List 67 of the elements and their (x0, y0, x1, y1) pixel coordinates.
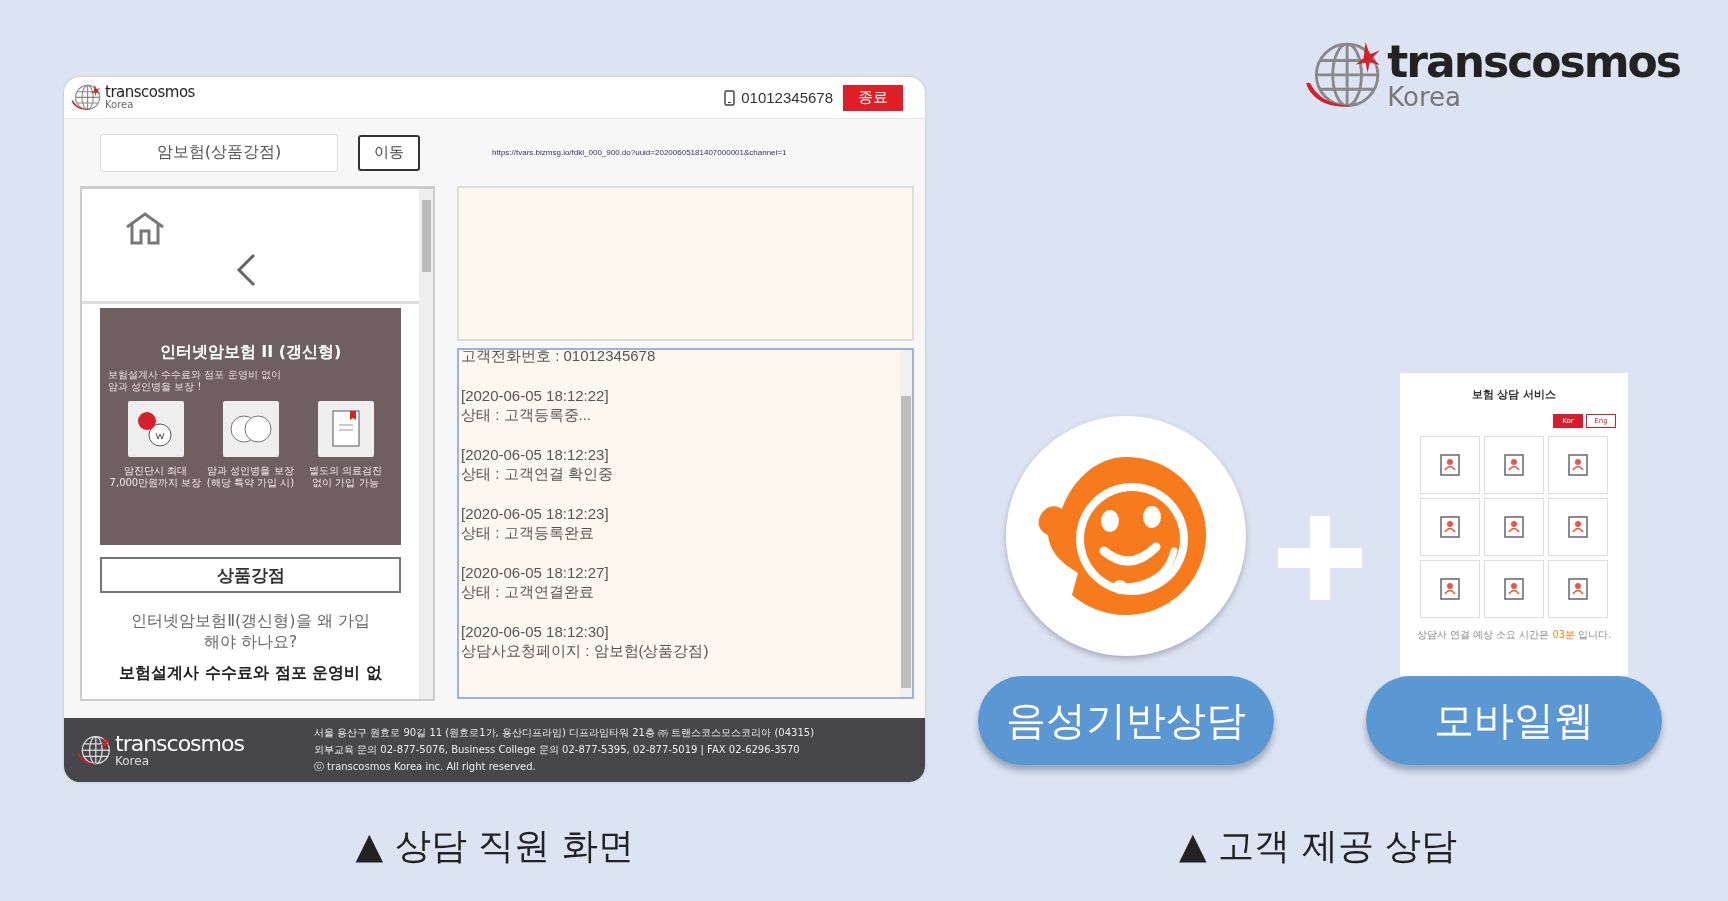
service-tile[interactable] (1548, 498, 1608, 556)
feature-caption: 암진단시 최대 7,000만원까지 보장 (109, 465, 202, 488)
section-button[interactable]: 상품강점 (100, 557, 401, 593)
log-line: 고객전화번호 : 01012345678 (461, 350, 657, 366)
person-frame-icon (1438, 515, 1462, 539)
person-frame-icon (1438, 577, 1462, 601)
person-frame-icon (1566, 577, 1590, 601)
person-frame-icon (1502, 577, 1526, 601)
back-chevron-icon[interactable] (235, 253, 257, 287)
section-heading: 보험설계사 수수료와 점포 운영비 없 (118, 662, 383, 684)
wait-time-notice: 상담사 연결 예상 소요 시간은 03분 입니다. (1416, 628, 1612, 642)
logo-subtitle: Korea (1387, 84, 1462, 110)
logo-subtitle: Korea (105, 100, 135, 110)
scrollbar[interactable] (419, 189, 433, 699)
log-line: [2020-06-05 18:12:27] (461, 562, 610, 582)
person-frame-icon (1502, 453, 1526, 477)
service-tile[interactable] (1548, 436, 1608, 494)
voice-consult-button[interactable]: 음성기반상담 (978, 676, 1274, 765)
log-line: 상태 : 고객등록중... (461, 405, 592, 425)
service-tile[interactable] (1420, 436, 1480, 494)
document-icon (329, 409, 362, 449)
go-button[interactable]: 이동 (358, 134, 420, 171)
log-line: [2020-06-05 18:12:23] (461, 503, 610, 523)
plus-icon (1278, 516, 1362, 600)
log-line: 상태 : 고객연결완료 (461, 582, 595, 602)
logo-wordmark: transcosmos (105, 85, 195, 100)
footer-text: 서울 용산구 원효로 90길 11 (원효로1가, 용산디프라임) 디프라임타워 21층 ㈜ 트랜스코스모스코리아 (04315) (313, 726, 815, 740)
footer-text: 외부교육 문의 02-877-5076, Business College 문의 02-877-5395, 02-877-5019 | FAX 02-6296-3570 (313, 743, 801, 757)
service-tile[interactable] (1484, 498, 1544, 556)
person-frame-icon (1566, 515, 1590, 539)
banner-title: 인터넷암보험 II (갱신형) (159, 342, 342, 363)
logo-subtitle: Korea (115, 755, 151, 767)
caption: ▲ 상담 직원 화면 (354, 824, 635, 868)
person-frame-icon (1566, 453, 1590, 477)
overlapping-circles-icon (228, 412, 273, 446)
log-line: [2020-06-05 18:12:22] (461, 385, 610, 405)
caption: ▲ 고객 제공 상담 (1178, 824, 1458, 868)
service-tile[interactable] (1420, 498, 1480, 556)
globe-icon (76, 733, 112, 767)
footer-text: ⓒ transcosmos Korea inc. All right reserved. (313, 760, 537, 774)
page-select-field[interactable]: 암보험(상품강점) (100, 133, 338, 172)
logo-wordmark: transcosmos (1387, 40, 1680, 84)
logo-wordmark: transcosmos (115, 733, 244, 755)
scrollbar[interactable] (900, 350, 912, 697)
log-line: 상태 : 고객연결 확인중 (461, 464, 614, 484)
service-title: 보험 상담 서비스 (1471, 387, 1557, 402)
log-line: 상담사요청페이지 : 암보험(상품강점) (461, 641, 710, 661)
home-icon[interactable] (124, 211, 166, 245)
url-link[interactable]: https://tvars.bizmsg.io/fdkl_000_900.do?uuid=20200605181407000001&channel=1 (492, 148, 787, 157)
feature-caption: 별도의 의료검진 없이 가입 가능 (308, 465, 383, 488)
log-line: [2020-06-05 18:12:30] (461, 621, 610, 641)
service-tile[interactable] (1420, 560, 1480, 618)
log-line: [2020-06-05 18:12:23] (461, 444, 610, 464)
question-text: 인터넷암보험Ⅱ(갱신형)을 왜 가입 해야 하나요? (130, 611, 371, 653)
phone-icon (724, 89, 736, 106)
mobile-web-button[interactable]: 모바일웹 (1366, 676, 1662, 765)
person-frame-icon (1438, 453, 1462, 477)
end-button[interactable]: 종료 (843, 84, 903, 111)
feature-caption: 암과 성인병을 보장 (해당 특약 가입 시) (206, 465, 295, 488)
service-tile[interactable] (1548, 560, 1608, 618)
service-tile[interactable] (1484, 436, 1544, 494)
service-tile[interactable] (1484, 560, 1544, 618)
phone-number: 01012345678 (741, 89, 833, 106)
log-line: 상태 : 고객등록완료 (461, 523, 595, 543)
globe-icon (70, 83, 102, 112)
person-frame-icon (1502, 515, 1526, 539)
banner-subtitle: 보험설계사 수수료와 점포 운영비 없이 암과 성인병을 보장 ! (108, 369, 281, 393)
